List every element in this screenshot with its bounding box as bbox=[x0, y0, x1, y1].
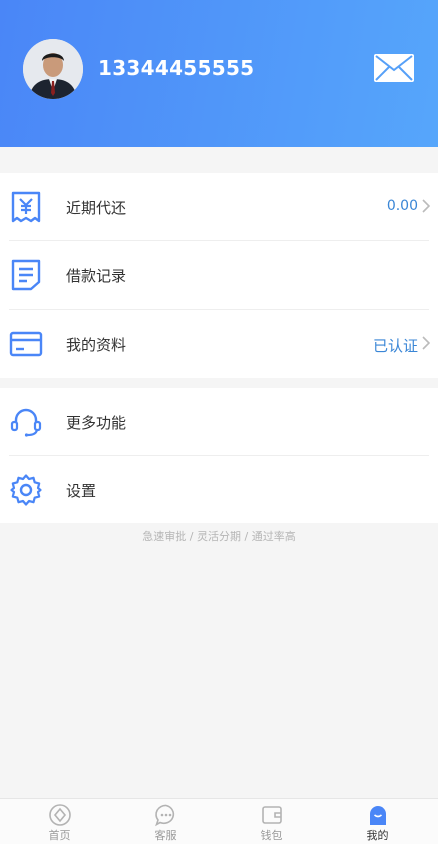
profile-header: 13344455555 bbox=[0, 0, 438, 147]
chat-icon bbox=[154, 803, 178, 827]
user-phone: 13344455555 bbox=[98, 56, 255, 80]
card-icon bbox=[9, 327, 43, 361]
tab-customer-service[interactable]: 客服 bbox=[111, 799, 220, 844]
account-menu-card: 近期代还 0.00 借款记录 我的资料 已认证 bbox=[0, 173, 438, 378]
menu-item-label: 我的资料 bbox=[66, 336, 127, 354]
repay-amount: 0.00 bbox=[386, 198, 418, 214]
yuan-receipt-icon bbox=[9, 190, 43, 224]
home-icon bbox=[48, 803, 72, 827]
slogan-text: 急速审批 / 灵活分期 / 通过率高 bbox=[142, 530, 296, 543]
menu-item-label: 借款记录 bbox=[66, 267, 127, 285]
menu-item-label: 近期代还 bbox=[66, 199, 127, 217]
tab-label: 客服 bbox=[154, 829, 177, 842]
tab-label: 钱包 bbox=[260, 829, 283, 842]
bottom-tab-bar: 首页 客服 钱包 我的 bbox=[0, 798, 438, 844]
menu-item-recent-repay[interactable]: 近期代还 0.00 bbox=[0, 173, 438, 241]
headset-icon bbox=[9, 405, 43, 439]
tab-label: 我的 bbox=[366, 829, 389, 842]
mail-icon[interactable] bbox=[373, 53, 415, 83]
verified-status: 已认证 bbox=[372, 337, 418, 355]
tab-label: 首页 bbox=[48, 829, 71, 842]
menu-item-label: 更多功能 bbox=[66, 414, 127, 432]
menu-item-settings[interactable]: 设置 bbox=[0, 456, 438, 524]
gear-icon bbox=[9, 473, 43, 507]
wallet-icon bbox=[260, 803, 284, 827]
chevron-right-icon bbox=[422, 335, 431, 350]
document-icon bbox=[9, 258, 43, 292]
user-icon bbox=[366, 803, 390, 827]
menu-item-loan-records[interactable]: 借款记录 bbox=[0, 241, 438, 309]
avatar[interactable] bbox=[23, 39, 83, 99]
tab-home[interactable]: 首页 bbox=[5, 799, 114, 844]
menu-item-more-features[interactable]: 更多功能 bbox=[0, 388, 438, 456]
menu-item-label: 设置 bbox=[66, 482, 97, 500]
tab-wallet[interactable]: 钱包 bbox=[217, 799, 326, 844]
chevron-right-icon bbox=[422, 198, 431, 213]
menu-item-my-profile[interactable]: 我的资料 已认证 bbox=[0, 310, 438, 378]
settings-menu-card: 更多功能 设置 bbox=[0, 388, 438, 523]
tab-mine[interactable]: 我的 bbox=[323, 799, 432, 844]
